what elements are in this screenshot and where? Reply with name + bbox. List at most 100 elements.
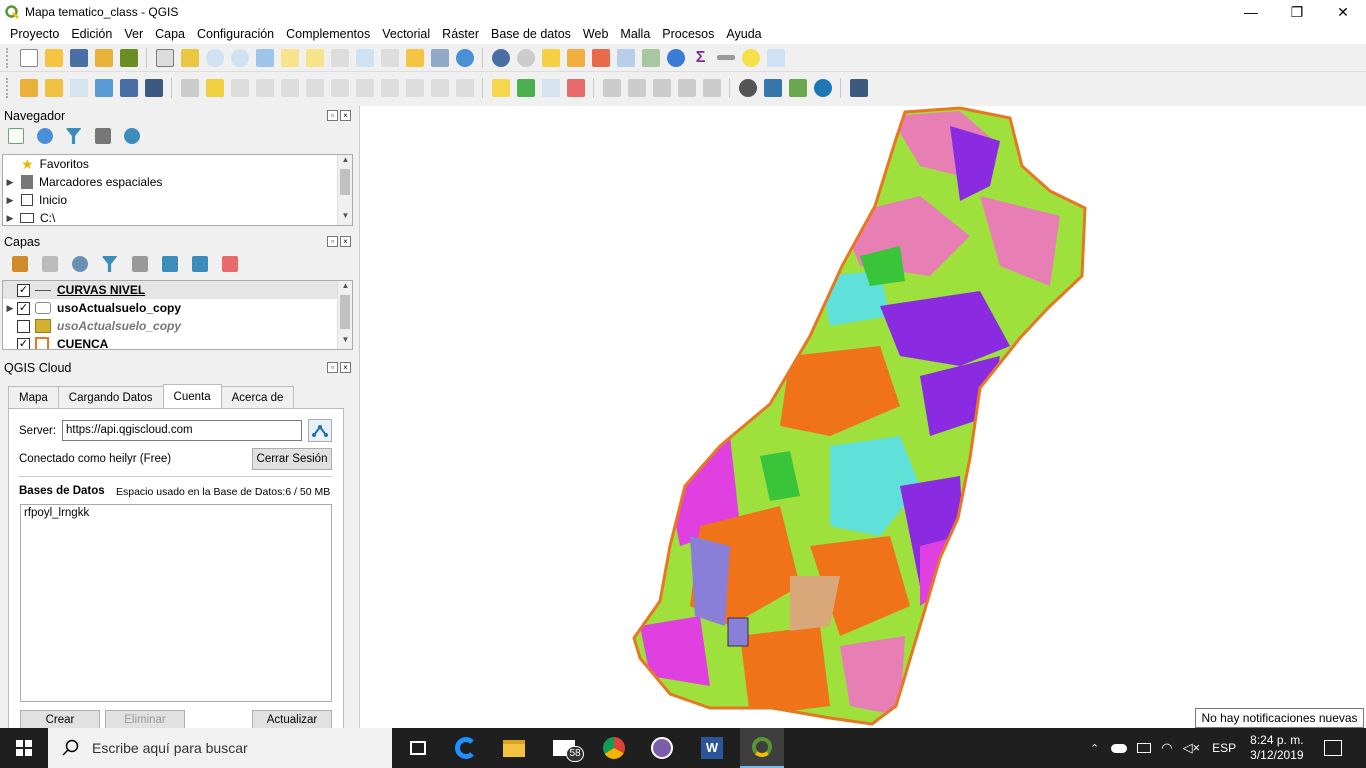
- mail-icon[interactable]: 58: [544, 732, 584, 764]
- layer-visibility-checkbox[interactable]: ✓: [17, 283, 30, 297]
- toolbar-grip[interactable]: [6, 47, 10, 68]
- wifi-icon[interactable]: ◠: [1161, 740, 1172, 756]
- menu-procesos[interactable]: Procesos: [656, 27, 720, 41]
- open-project-icon[interactable]: [44, 48, 63, 67]
- qgis-taskbar-icon[interactable]: [740, 728, 784, 768]
- layer-stack-icon[interactable]: [788, 79, 807, 97]
- maximize-button[interactable]: ❐: [1274, 0, 1320, 24]
- close-panel-icon[interactable]: ×: [340, 362, 351, 373]
- paste-features-icon[interactable]: [405, 79, 424, 97]
- scroll-up-icon[interactable]: ▲: [338, 155, 352, 169]
- select-by-value-icon[interactable]: [566, 48, 585, 67]
- tab-mapa[interactable]: Mapa: [8, 386, 59, 408]
- map-tips-icon[interactable]: [741, 48, 760, 67]
- deselect-all-icon[interactable]: [591, 48, 610, 67]
- expand-all-icon[interactable]: [161, 256, 178, 272]
- menu-complementos[interactable]: Complementos: [280, 27, 376, 41]
- pan-to-selection-icon[interactable]: [180, 48, 199, 67]
- filter-expression-icon[interactable]: [131, 256, 148, 272]
- rotate-label-icon[interactable]: [627, 79, 646, 97]
- file-explorer-icon[interactable]: [494, 732, 534, 764]
- tree-item-drive-c[interactable]: ▶ C:\: [3, 209, 352, 225]
- task-view-icon[interactable]: [398, 732, 438, 764]
- edge-browser-icon[interactable]: [446, 732, 486, 764]
- zoom-to-selection-icon[interactable]: [280, 48, 299, 67]
- add-delimited-text-icon[interactable]: [94, 79, 113, 97]
- expand-arrow-icon[interactable]: ▶: [3, 303, 17, 314]
- filter-legend-icon[interactable]: [101, 256, 118, 272]
- zoom-native-icon[interactable]: [330, 48, 349, 67]
- menu-configuracion[interactable]: Configuración: [191, 27, 280, 41]
- minimize-button[interactable]: —: [1228, 0, 1274, 24]
- add-vector-layer-icon[interactable]: [69, 79, 88, 97]
- add-virtual-layer-icon[interactable]: [144, 79, 163, 97]
- layer-visibility-checkbox[interactable]: ✓: [17, 301, 30, 315]
- info-icon[interactable]: [123, 128, 140, 144]
- zoom-out-icon[interactable]: [230, 48, 249, 67]
- menu-capa[interactable]: Capa: [149, 27, 191, 41]
- unpin-labels-icon[interactable]: [702, 79, 721, 97]
- python-console-icon[interactable]: [763, 79, 782, 97]
- preview-labels-icon[interactable]: [677, 79, 696, 97]
- tree-item-home[interactable]: ▶ Inicio: [3, 191, 352, 209]
- help-icon[interactable]: [849, 79, 868, 97]
- clock[interactable]: 8:24 p. m. 3/12/2019: [1250, 733, 1303, 763]
- layer-row[interactable]: ✓ CURVAS NIVEL: [3, 281, 352, 299]
- toggle-editing-icon[interactable]: [205, 79, 224, 97]
- new-print-layout-icon[interactable]: [94, 48, 113, 67]
- float-icon[interactable]: ▫: [327, 110, 338, 121]
- annotation-icon[interactable]: [766, 48, 785, 67]
- pan-map-icon[interactable]: [155, 48, 174, 67]
- show-hidden-icons-icon[interactable]: ⌃: [1090, 742, 1099, 755]
- zoom-to-layer-icon[interactable]: [305, 48, 324, 67]
- pin-labels-icon[interactable]: [541, 79, 560, 97]
- select-features-icon[interactable]: [541, 48, 560, 67]
- navigator-scrollbar[interactable]: ▲ ▼: [337, 155, 352, 225]
- taskbar-search-box[interactable]: Escribe aquí para buscar: [48, 728, 392, 768]
- expand-arrow-icon[interactable]: ▶: [3, 213, 17, 224]
- close-panel-icon[interactable]: ×: [340, 110, 351, 121]
- menu-malla[interactable]: Malla: [614, 27, 656, 41]
- layer-row[interactable]: usoActualsuelo_copy: [3, 317, 352, 335]
- create-database-button[interactable]: Crear: [20, 710, 100, 730]
- menu-ver[interactable]: Ver: [118, 27, 149, 41]
- menu-vectorial[interactable]: Vectorial: [376, 27, 436, 41]
- zoom-in-icon[interactable]: [205, 48, 224, 67]
- move-label-icon[interactable]: [602, 79, 621, 97]
- cut-features-icon[interactable]: [355, 79, 374, 97]
- tab-acerca-de[interactable]: Acerca de: [220, 386, 295, 408]
- menu-edicion[interactable]: Edición: [65, 27, 118, 41]
- expand-arrow-icon[interactable]: ▶: [3, 195, 17, 206]
- zoom-full-icon[interactable]: [255, 48, 274, 67]
- add-selected-layers-icon[interactable]: [7, 128, 24, 144]
- refresh-icon[interactable]: [455, 48, 474, 67]
- redo-icon[interactable]: [455, 79, 474, 97]
- scroll-up-icon[interactable]: ▲: [338, 281, 352, 295]
- menu-base-de-datos[interactable]: Base de datos: [485, 27, 577, 41]
- map-canvas[interactable]: [359, 106, 1366, 728]
- collapse-all-icon[interactable]: [191, 256, 208, 272]
- refresh-icon[interactable]: [36, 128, 53, 144]
- volume-icon[interactable]: ◁×: [1183, 740, 1201, 756]
- attribute-table-icon[interactable]: [616, 48, 635, 67]
- show-hide-labels-icon[interactable]: [566, 79, 585, 97]
- current-edits-icon[interactable]: [180, 79, 199, 97]
- undo-icon[interactable]: [430, 79, 449, 97]
- remove-layer-icon[interactable]: [221, 256, 238, 272]
- server-input[interactable]: https://api.qgiscloud.com: [62, 420, 302, 441]
- new-map-view-icon[interactable]: [405, 48, 424, 67]
- float-icon[interactable]: ▫: [327, 362, 338, 373]
- toolbar-grip[interactable]: [6, 78, 10, 98]
- tree-item-bookmarks[interactable]: ▶ Marcadores espaciales: [3, 173, 352, 191]
- layer-row[interactable]: ▶ ✓ usoActualsuelo_copy: [3, 299, 352, 317]
- processing-toolbox-icon[interactable]: [666, 48, 685, 67]
- menu-proyecto[interactable]: Proyecto: [4, 27, 65, 41]
- manage-visibility-icon[interactable]: [71, 256, 88, 272]
- save-project-icon[interactable]: [69, 48, 88, 67]
- chrome-icon[interactable]: [594, 732, 634, 764]
- scroll-down-icon[interactable]: ▼: [338, 211, 352, 225]
- layer-visibility-checkbox[interactable]: [17, 319, 30, 333]
- collapse-all-icon[interactable]: [94, 128, 111, 144]
- run-action-icon[interactable]: [516, 48, 535, 67]
- identify-features-icon[interactable]: [491, 48, 510, 67]
